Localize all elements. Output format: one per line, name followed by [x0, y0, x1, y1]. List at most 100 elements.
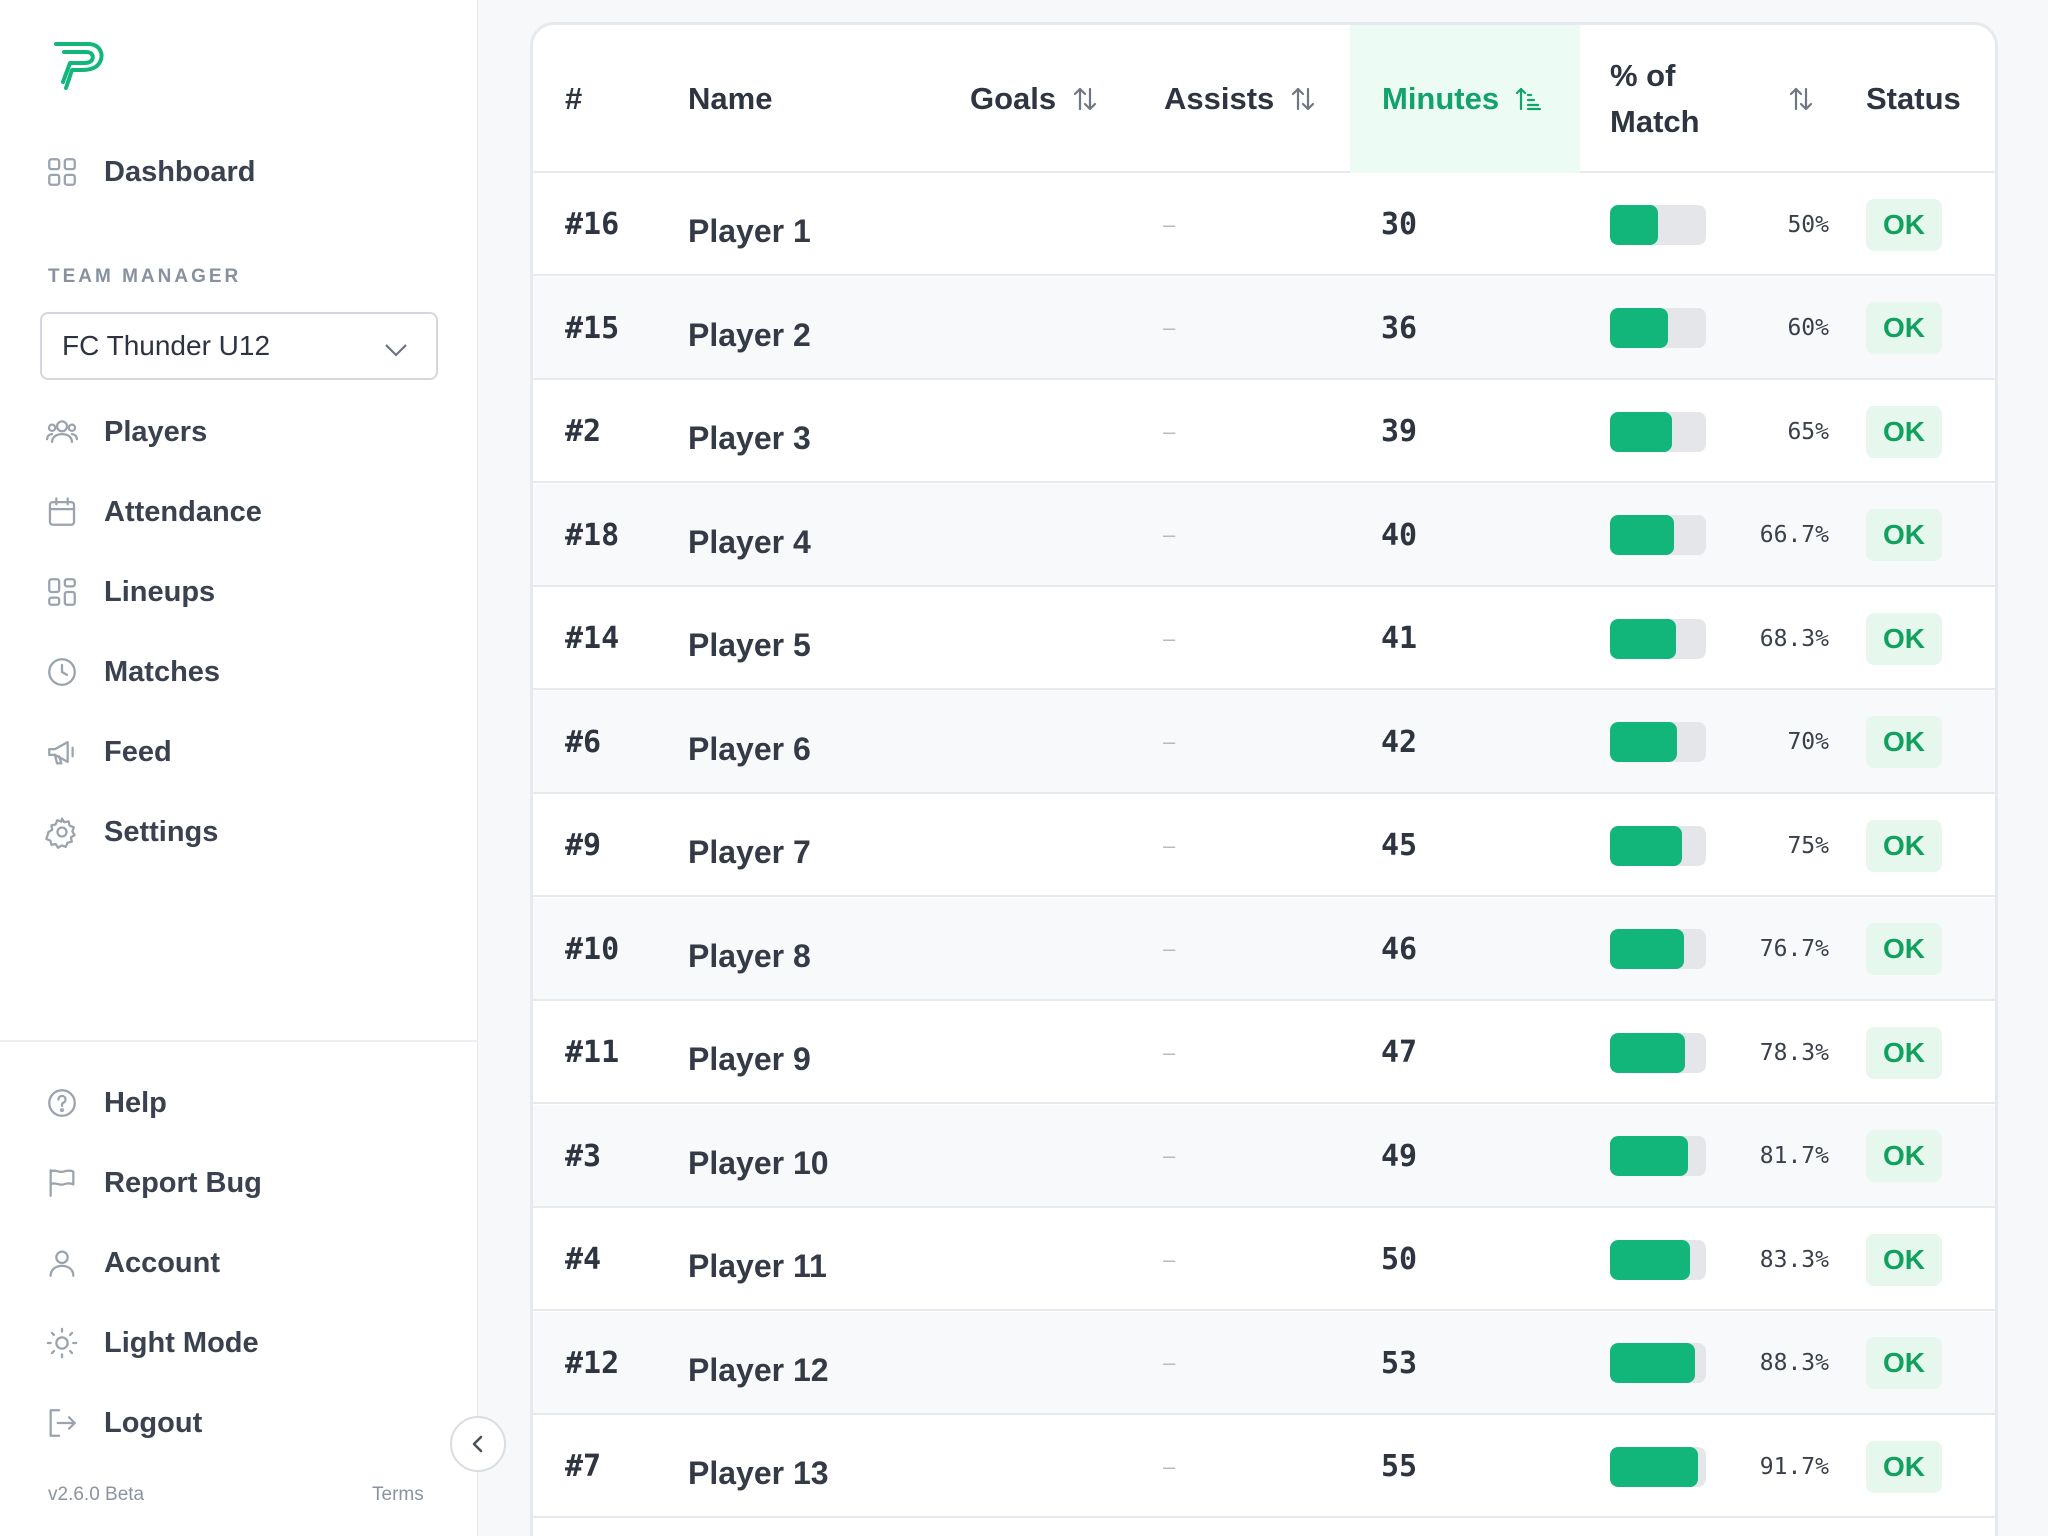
match-pct-bar — [1610, 380, 1706, 483]
bar-fill — [1610, 1343, 1695, 1383]
nav-logout[interactable]: Logout — [44, 1395, 202, 1451]
table-row[interactable]: #15 Player 2 – 36 60% OK — [533, 276, 1995, 380]
col-status-label: Status — [1866, 81, 1961, 116]
team-select[interactable]: FC Thunder U12 — [40, 312, 438, 380]
table-row[interactable]: #3 Player 10 – 49 81.7% OK — [533, 1104, 1995, 1208]
col-number-label: # — [565, 81, 583, 116]
status-cell: OK — [1866, 1415, 1942, 1518]
match-pct-value: 65% — [1787, 418, 1829, 445]
player-number: #18 — [565, 517, 620, 553]
player-name[interactable]: Player 1 — [688, 173, 1018, 276]
minutes-value: 42 — [1381, 724, 1418, 760]
assists-value: – — [1163, 729, 1176, 754]
match-pct-value: 88.3% — [1759, 1350, 1829, 1376]
bar-fill — [1610, 618, 1676, 659]
table-row[interactable]: #10 Player 8 – 46 76.7% OK — [533, 897, 1995, 1001]
player-name[interactable]: Player 10 — [688, 1105, 1018, 1208]
player-name[interactable]: Player 11 — [688, 1208, 1018, 1311]
status-badge: OK — [1866, 1026, 1942, 1079]
bar-track — [1610, 929, 1706, 969]
bar-track — [1610, 1136, 1706, 1176]
assists-value: – — [1163, 1453, 1176, 1479]
player-name[interactable]: Player 12 — [688, 1312, 1018, 1415]
nav-light-mode[interactable]: Light Mode — [44, 1315, 259, 1371]
flag-icon — [44, 1165, 80, 1201]
bar-fill — [1610, 204, 1658, 245]
table-row[interactable]: #6 Player 6 – 42 70% OK — [533, 690, 1995, 794]
nav-attendance[interactable]: Attendance — [44, 484, 262, 540]
table-row[interactable]: #2 Player 3 – 39 65% OK — [533, 380, 1995, 483]
nav-dashboard-label: Dashboard — [104, 155, 256, 188]
table-row[interactable]: #16 Player 1 – 30 50% OK — [533, 173, 1995, 276]
table-row[interactable]: #9 Player 7 – 45 75% OK — [533, 794, 1995, 897]
table-row[interactable]: #18 Player 4 – 40 66.7% OK — [533, 483, 1995, 587]
app-logo[interactable] — [52, 38, 110, 92]
assists-value: – — [1163, 625, 1176, 651]
table-row[interactable]: #4 Player 11 – 50 83.3% OK — [533, 1208, 1995, 1311]
minutes-value: 36 — [1381, 310, 1418, 346]
status-badge: OK — [1866, 1337, 1942, 1389]
col-minutes[interactable]: Minutes — [1350, 25, 1580, 173]
player-name[interactable]: Player 13 — [688, 1415, 1018, 1518]
sidebar-divider — [0, 1040, 478, 1042]
nav-matches[interactable]: Matches — [44, 644, 220, 700]
player-name[interactable]: Player 6 — [688, 691, 1018, 794]
table-row[interactable]: #11 Player 9 – 47 78.3% OK — [533, 1001, 1995, 1104]
col-pct-match[interactable]: % of Match — [1610, 25, 1820, 173]
player-name[interactable]: Player 9 — [688, 1001, 1018, 1104]
section-label: TEAM MANAGER — [48, 266, 242, 287]
col-assists[interactable]: Assists — [1164, 25, 1318, 173]
nav-players[interactable]: Players — [44, 404, 207, 460]
minutes-value: 47 — [1381, 1035, 1418, 1070]
nav-help-label: Help — [104, 1086, 167, 1119]
player-name[interactable]: Player 8 — [688, 898, 1018, 1001]
player-name[interactable]: Player 2 — [688, 277, 1018, 380]
col-name[interactable]: Name — [688, 25, 772, 173]
match-pct-value: 50% — [1787, 211, 1829, 238]
team-select-value: FC Thunder U12 — [62, 330, 271, 361]
sort-icon[interactable] — [1288, 84, 1318, 114]
match-pct-value: 70% — [1787, 729, 1829, 755]
player-name[interactable]: Player 3 — [688, 380, 1018, 483]
status-cell: OK — [1866, 1312, 1942, 1415]
table-row[interactable]: #12 Player 12 – 53 88.3% OK — [533, 1311, 1995, 1415]
collapse-sidebar-button[interactable] — [450, 1416, 506, 1472]
sort-icon[interactable] — [1786, 84, 1816, 114]
nav-lineups[interactable]: Lineups — [44, 564, 215, 620]
nav-lineups-label: Lineups — [104, 575, 216, 608]
player-number: #3 — [565, 1138, 602, 1174]
col-goals[interactable]: Goals — [970, 25, 1100, 173]
sidebar: Dashboard TEAM MANAGER FC Thunder U12 Pl… — [0, 0, 478, 1536]
table-header: # Name Goals Assists Minutes % of Match … — [533, 25, 1995, 173]
player-number: #10 — [565, 931, 620, 967]
player-number: #9 — [565, 828, 602, 863]
nav-report-bug[interactable]: Report Bug — [44, 1155, 262, 1211]
nav-settings[interactable]: Settings — [44, 804, 218, 860]
nav-feed[interactable]: Feed — [44, 724, 172, 780]
player-number: #7 — [565, 1449, 602, 1484]
table-row[interactable]: #14 Player 5 – 41 68.3% OK — [533, 587, 1995, 690]
assists-value: – — [1163, 936, 1176, 961]
match-pct-bar — [1610, 794, 1706, 897]
status-badge: OK — [1866, 405, 1942, 458]
player-name[interactable]: Player 5 — [688, 587, 1018, 690]
nav-account-label: Account — [104, 1246, 220, 1279]
assists-value: – — [1163, 1143, 1176, 1168]
minutes-value: 30 — [1381, 207, 1418, 242]
match-pct-value: 75% — [1787, 832, 1829, 859]
player-name[interactable]: Player 7 — [688, 794, 1018, 897]
nav-dashboard[interactable]: Dashboard — [44, 144, 255, 200]
table-row[interactable]: #7 Player 13 – 55 91.7% OK — [533, 1415, 1995, 1518]
sort-ascending-icon[interactable] — [1513, 84, 1543, 114]
bar-fill — [1610, 515, 1675, 555]
terms-link[interactable]: Terms — [372, 1484, 424, 1506]
player-name[interactable]: Player 4 — [688, 484, 1018, 587]
sort-icon[interactable] — [1070, 84, 1100, 114]
nav-account[interactable]: Account — [44, 1235, 220, 1291]
match-pct-bar — [1610, 1001, 1706, 1104]
status-cell: OK — [1866, 173, 1942, 276]
player-number: #2 — [565, 414, 602, 449]
bar-track — [1610, 1343, 1706, 1383]
nav-help[interactable]: Help — [44, 1075, 167, 1131]
minutes-value: 53 — [1381, 1345, 1418, 1381]
